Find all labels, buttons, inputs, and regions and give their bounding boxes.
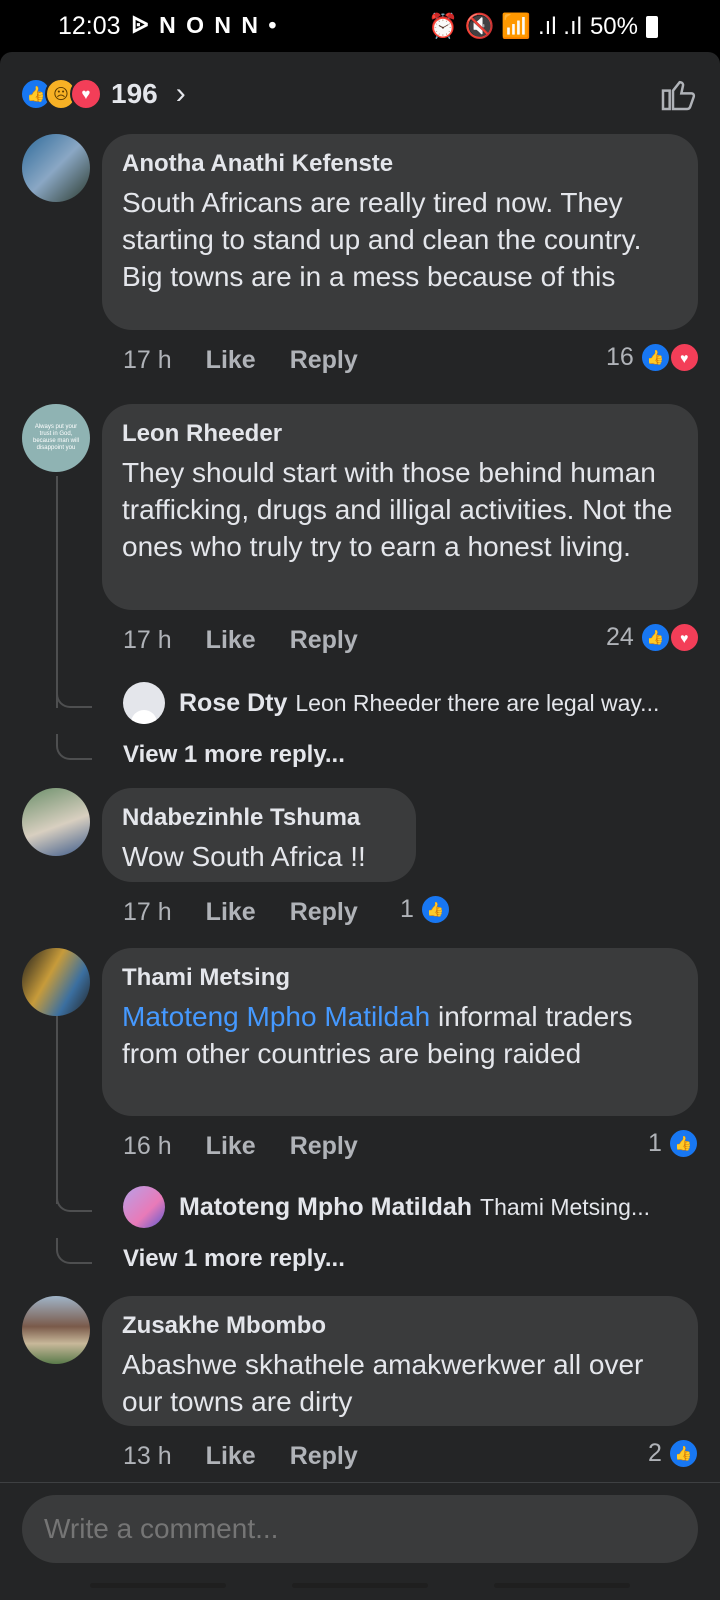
thread-branch xyxy=(56,676,92,708)
like-icon: 👍 xyxy=(639,622,671,653)
view-more-replies-link[interactable]: View 1 more reply... xyxy=(123,1245,345,1273)
like-icon: 👍 xyxy=(419,894,451,925)
avatar[interactable]: Always put your trust in God, because ma… xyxy=(22,404,90,472)
comment-author[interactable]: Ndabezinhle Tshuma xyxy=(122,804,396,832)
default-avatar-icon xyxy=(123,682,165,724)
thread-branch xyxy=(56,1238,92,1264)
comment-author[interactable]: Anotha Anathi Kefenste xyxy=(122,150,678,178)
comment-actions: 17 h Like Reply xyxy=(123,898,358,927)
reaction-count: 196 xyxy=(111,78,158,109)
battery-percent: 50% xyxy=(589,12,638,40)
reply-button[interactable]: Reply xyxy=(290,626,358,655)
comment-bubble[interactable]: Anotha Anathi Kefenste South Africans ar… xyxy=(102,134,698,330)
view-more-replies-link[interactable]: View 1 more reply... xyxy=(123,741,345,769)
like-button[interactable]: Like xyxy=(206,626,256,655)
like-icon: 👍 xyxy=(639,342,671,373)
reactions-summary[interactable]: 👍 ☹ ♥ 196 › xyxy=(20,77,186,111)
reply-button[interactable]: Reply xyxy=(290,1132,358,1161)
heart-icon: ♥ xyxy=(668,342,700,373)
reply-button[interactable]: Reply xyxy=(290,346,358,375)
reaction-count: 16 xyxy=(606,343,634,371)
reaction-count: 1 xyxy=(648,1129,662,1157)
battery-icon xyxy=(646,15,658,38)
comment-text: South Africans are really tired now. The… xyxy=(122,187,642,292)
reply-button[interactable]: Reply xyxy=(290,1442,358,1471)
comment-reactions[interactable]: 1 👍 xyxy=(400,894,451,925)
thread-line xyxy=(56,1004,58,1204)
comment-bubble[interactable]: Thami Metsing Matoteng Mpho Matildah inf… xyxy=(102,948,698,1116)
like-icon: 👍 xyxy=(667,1438,699,1469)
comments-sheet: 👍 ☹ ♥ 196 › Anotha Anathi Kefenste South… xyxy=(0,52,720,1600)
comment-actions: 17 h Like Reply xyxy=(123,626,358,655)
reply-preview[interactable]: Rose Dty Leon Rheeder there are legal wa… xyxy=(123,682,659,724)
comment-reactions[interactable]: 1 👍 xyxy=(648,1128,699,1159)
status-bar: 12:03 ᐉ N O N N • ⏰ 🔇 📶 .ıl .ıl 50% xyxy=(0,0,720,52)
comment-input[interactable] xyxy=(22,1495,698,1563)
comment-time: 17 h xyxy=(123,346,172,374)
reactions-header: 👍 ☹ ♥ 196 › xyxy=(0,52,720,134)
comment-actions: 17 h Like Reply xyxy=(123,346,358,375)
reply-text: Leon Rheeder there are legal way... xyxy=(295,689,660,716)
reply-author: Matoteng Mpho Matildah xyxy=(179,1192,473,1221)
reaction-count: 1 xyxy=(400,895,414,923)
love-reaction-icon: ♥ xyxy=(70,78,102,110)
like-post-button[interactable] xyxy=(658,74,698,114)
status-time: 12:03 xyxy=(58,12,121,40)
avatar[interactable] xyxy=(22,788,90,856)
system-icons: ⏰ 🔇 📶 .ıl .ıl xyxy=(428,13,582,40)
comment-text: Wow South Africa !! xyxy=(122,841,366,872)
reply-text: Thami Metsing... xyxy=(480,1193,651,1220)
like-button[interactable]: Like xyxy=(206,346,256,375)
reply-preview[interactable]: Matoteng Mpho Matildah Thami Metsing... xyxy=(123,1186,650,1228)
nav-back-button[interactable] xyxy=(494,1583,630,1588)
comment-actions: 13 h Like Reply xyxy=(123,1442,358,1471)
avatar[interactable] xyxy=(22,1296,90,1364)
nav-recent-button[interactable] xyxy=(90,1583,226,1588)
avatar[interactable] xyxy=(22,134,90,202)
thread-branch xyxy=(56,1180,92,1212)
thread-line xyxy=(56,476,58,708)
comment-text: They should start with those behind huma… xyxy=(122,457,673,562)
comment-author[interactable]: Thami Metsing xyxy=(122,964,678,992)
like-button[interactable]: Like xyxy=(206,1132,256,1161)
comment-time: 13 h xyxy=(123,1442,172,1470)
comment-author[interactable]: Leon Rheeder xyxy=(122,420,678,448)
thread-branch xyxy=(56,734,92,760)
comment-text: Matoteng Mpho Matildah informal traders … xyxy=(122,998,678,1072)
mention-link[interactable]: Matoteng Mpho Matildah xyxy=(122,1001,430,1032)
comment-bubble[interactable]: Ndabezinhle Tshuma Wow South Africa !! xyxy=(102,788,416,882)
avatar[interactable] xyxy=(22,948,90,1016)
like-button[interactable]: Like xyxy=(206,898,256,927)
reply-author: Rose Dty xyxy=(179,688,288,717)
comment-reactions[interactable]: 24 👍 ♥ xyxy=(606,622,700,653)
avatar xyxy=(123,1186,165,1228)
comment-author[interactable]: Zusakhe Mbombo xyxy=(122,1312,678,1340)
comment-time: 17 h xyxy=(123,898,172,926)
status-right: ⏰ 🔇 📶 .ıl .ıl 50% xyxy=(428,12,658,41)
like-icon: 👍 xyxy=(667,1128,699,1159)
comment-bubble[interactable]: Zusakhe Mbombo Abashwe skhathele amakwer… xyxy=(102,1296,698,1426)
comment-actions: 16 h Like Reply xyxy=(123,1132,358,1161)
comment-bubble[interactable]: Leon Rheeder They should start with thos… xyxy=(102,404,698,610)
reaction-count: 24 xyxy=(606,623,634,651)
system-nav-bar xyxy=(0,1578,720,1600)
reply-button[interactable]: Reply xyxy=(290,898,358,927)
notification-icons: ᐉ N O N N • xyxy=(131,12,279,38)
comment-text: Abashwe skhathele amakwerkwer all over o… xyxy=(122,1349,644,1417)
comment-time: 16 h xyxy=(123,1132,172,1160)
heart-icon: ♥ xyxy=(668,622,700,653)
comment-reactions[interactable]: 16 👍 ♥ xyxy=(606,342,700,373)
nav-home-button[interactable] xyxy=(292,1583,428,1588)
reaction-count: 2 xyxy=(648,1439,662,1467)
comment-time: 17 h xyxy=(123,626,172,654)
comment-reactions[interactable]: 2 👍 xyxy=(648,1438,699,1469)
avatar-quote-text: Always put your trust in God, because ma… xyxy=(32,424,80,451)
chevron-right-icon: › xyxy=(175,77,186,110)
like-button[interactable]: Like xyxy=(206,1442,256,1471)
